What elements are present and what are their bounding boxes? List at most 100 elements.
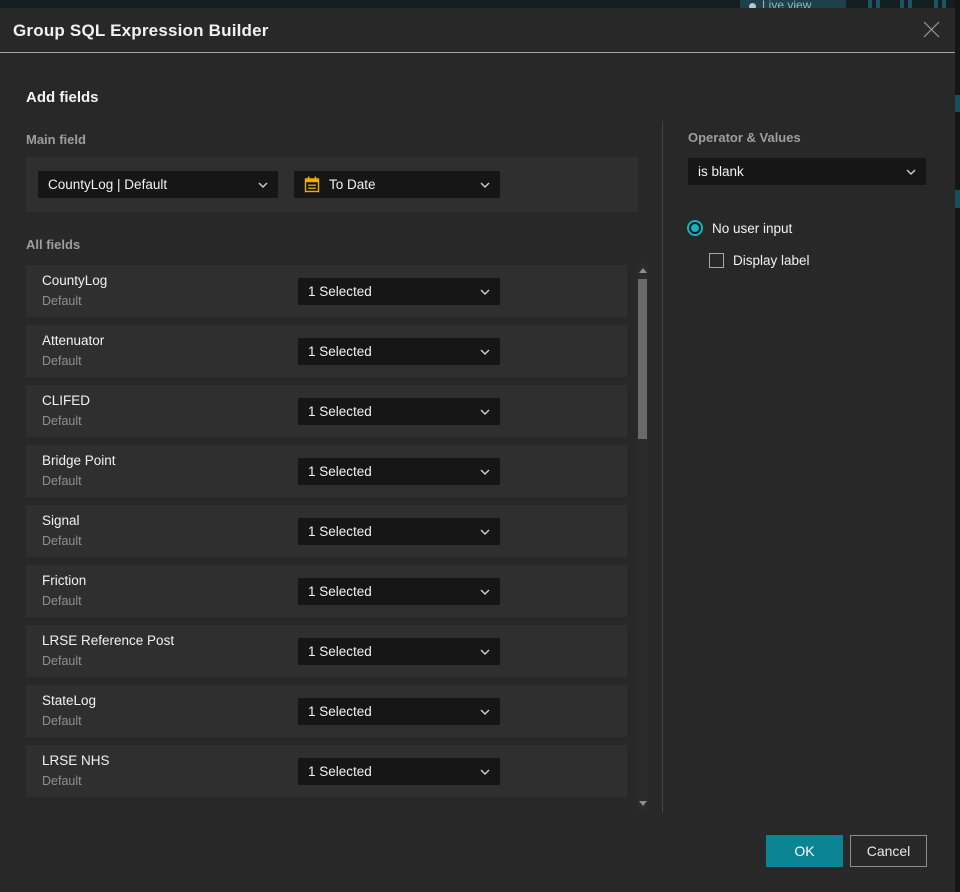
chevron-down-icon [258,182,268,188]
field-row: Friction Default 1 Selected [26,565,627,617]
field-subtitle: Default [42,594,82,608]
live-view-toggle: Live view [740,0,846,8]
scrollbar-down-icon[interactable] [639,801,647,806]
background-accent [955,190,960,208]
dialog-title: Group SQL Expression Builder [13,21,269,40]
field-row: LRSE Reference Post Default 1 Selected [26,625,627,677]
field-selected-dropdown[interactable]: 1 Selected [298,398,500,425]
main-field-dropdown[interactable]: CountyLog | Default [38,171,278,198]
field-selected-value: 1 Selected [308,704,372,719]
group-sql-expression-builder-dialog: Group SQL Expression Builder Add fields … [0,8,955,892]
chevron-down-icon [480,529,490,535]
field-row: CLIFED Default 1 Selected [26,385,627,437]
field-selected-value: 1 Selected [308,764,372,779]
main-field-label: Main field [26,132,86,147]
ok-button[interactable]: OK [766,835,843,867]
field-subtitle: Default [42,774,82,788]
chevron-down-icon [480,709,490,715]
cancel-button[interactable]: Cancel [850,835,927,867]
calendar-icon [304,176,320,193]
field-selected-dropdown[interactable]: 1 Selected [298,698,500,725]
close-button[interactable] [921,21,941,41]
dialog-title-bar: Group SQL Expression Builder [0,8,955,53]
field-name: Bridge Point [42,453,116,468]
all-fields-label: All fields [26,237,81,252]
add-fields-heading: Add fields [26,89,99,106]
field-row: LRSE NHS Default 1 Selected [26,745,627,797]
field-row: Bridge Point Default 1 Selected [26,445,627,497]
chevron-down-icon [480,182,490,188]
field-subtitle: Default [42,714,82,728]
chevron-down-icon [480,649,490,655]
field-selected-value: 1 Selected [308,284,372,299]
field-name: Attenuator [42,333,105,348]
field-name: CountyLog [42,273,108,288]
panel-divider [662,121,663,813]
field-selected-dropdown[interactable]: 1 Selected [298,518,500,545]
field-name: LRSE NHS [42,753,110,768]
radio-dot [691,224,699,232]
background-toolbar-strip: Live view [0,0,960,8]
display-label-checkbox-row[interactable]: Display label [709,253,810,268]
operator-dropdown[interactable]: is blank [688,158,926,185]
field-subtitle: Default [42,294,82,308]
operator-values-label: Operator & Values [688,130,801,145]
field-selected-value: 1 Selected [308,644,372,659]
main-field-dropdown-value: CountyLog | Default [48,177,168,192]
field-selected-dropdown[interactable]: 1 Selected [298,278,500,305]
field-subtitle: Default [42,474,82,488]
field-name: Friction [42,573,87,588]
background-toolbar-icon [868,0,872,8]
field-selected-dropdown[interactable]: 1 Selected [298,578,500,605]
background-right-edge [955,0,960,892]
field-selected-value: 1 Selected [308,464,372,479]
field-row: StateLog Default 1 Selected [26,685,627,737]
screen: Live view Group SQL Expression Builder A… [0,0,960,892]
field-selected-value: 1 Selected [308,344,372,359]
field-row: Signal Default 1 Selected [26,505,627,557]
all-fields-list: CountyLog Default 1 Selected Attenuator … [26,265,627,805]
background-accent [955,95,960,112]
field-row: Attenuator Default 1 Selected [26,325,627,377]
chevron-down-icon [480,469,490,475]
no-user-input-label[interactable]: No user input [712,221,792,236]
scrollbar-thumb[interactable] [638,279,647,439]
date-field-dropdown-value: To Date [329,177,376,192]
no-user-input-radio-row[interactable]: No user input [687,220,792,236]
field-selected-dropdown[interactable]: 1 Selected [298,338,500,365]
operator-dropdown-value: is blank [698,164,744,179]
chevron-down-icon [906,169,916,175]
field-selected-value: 1 Selected [308,524,372,539]
scrollbar-up-icon[interactable] [639,268,647,273]
field-subtitle: Default [42,414,82,428]
field-subtitle: Default [42,534,82,548]
checkbox[interactable] [709,253,724,268]
field-selected-value: 1 Selected [308,404,372,419]
field-selected-dropdown[interactable]: 1 Selected [298,458,500,485]
field-name: CLIFED [42,393,91,408]
field-name: StateLog [42,693,97,708]
chevron-down-icon [480,349,490,355]
background-toolbar-icon [934,0,938,8]
live-view-label: Live view [762,0,812,8]
date-field-dropdown[interactable]: To Date [294,171,500,198]
chevron-down-icon [480,289,490,295]
background-toolbar-icon [942,0,946,8]
field-selected-dropdown[interactable]: 1 Selected [298,758,500,785]
all-fields-scrollbar[interactable] [637,263,648,811]
field-row: CountyLog Default 1 Selected [26,265,627,317]
field-selected-dropdown[interactable]: 1 Selected [298,638,500,665]
main-field-panel: CountyLog | Default To Date [26,157,638,212]
field-selected-value: 1 Selected [308,584,372,599]
chevron-down-icon [480,589,490,595]
chevron-down-icon [480,769,490,775]
field-name: Signal [42,513,80,528]
chevron-down-icon [480,409,490,415]
field-subtitle: Default [42,654,82,668]
display-label-label[interactable]: Display label [733,253,810,268]
background-toolbar-icon [900,0,904,8]
close-icon [923,21,940,41]
background-toolbar-icon [908,0,912,8]
field-subtitle: Default [42,354,82,368]
radio-button[interactable] [687,220,703,236]
